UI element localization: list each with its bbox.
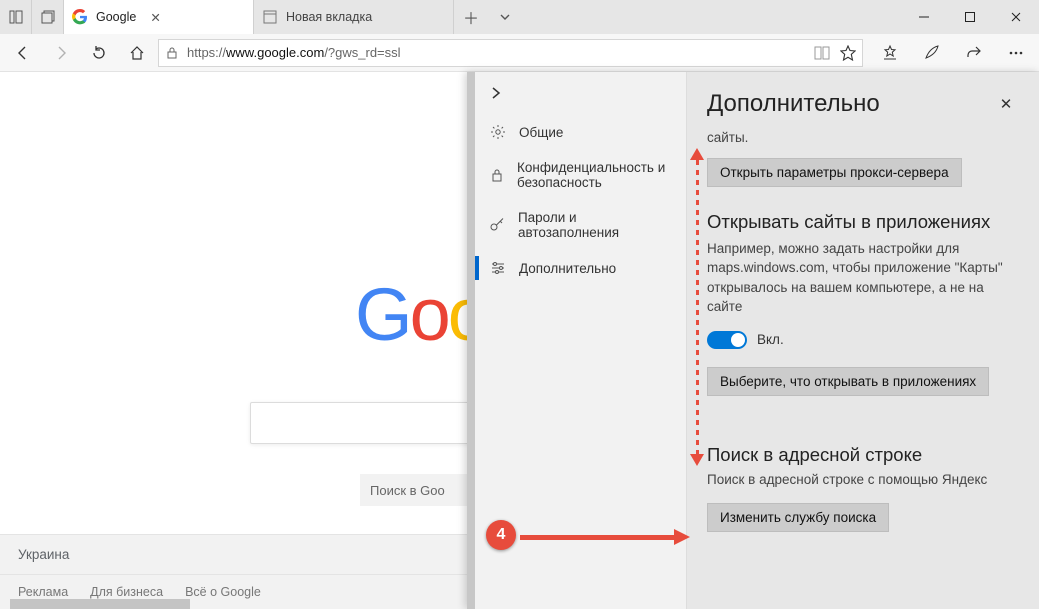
lock-icon [489,167,505,183]
footer-link[interactable]: Всё о Google [185,585,261,599]
reading-view-icon[interactable] [814,46,830,60]
tab-newtab[interactable]: Новая вкладка [254,0,454,34]
tab-google[interactable]: Google ✕ [64,0,254,34]
nav-item-advanced[interactable]: Дополнительно [475,250,686,286]
change-search-button[interactable]: Изменить службу поиска [707,503,889,532]
sidebar-icon [9,10,23,24]
settings-pane: Дополнительно ✕ сайты. Открыть параметры… [687,72,1039,609]
nav-label: Конфиденциальность и безопасность [517,160,672,190]
favorites-button[interactable] [873,36,907,70]
footer-link[interactable]: Для бизнеса [90,585,163,599]
tab-group-button-1[interactable] [0,0,32,34]
new-tab-button[interactable]: ＋ [454,0,488,34]
address-bar[interactable]: https://www.google.com/?gws_rd=ssl [158,39,863,67]
tabs-icon [41,10,55,24]
nav-label: Пароли и автозаполнения [518,210,672,240]
share-button[interactable] [957,36,991,70]
nav-item-general[interactable]: Общие [475,114,686,150]
search-heading: Поиск в адресной строке [707,444,1021,466]
settings-flyout: Общие Конфиденциальность и безопасность … [467,72,1039,609]
choose-apps-button[interactable]: Выберите, что открывать в приложениях [707,367,989,396]
search-button[interactable]: Поиск в Goo [360,474,480,506]
chevron-down-icon [499,11,511,23]
pane-title: Дополнительно [707,90,991,118]
arrow-right-icon [52,44,70,62]
search-desc: Поиск в адресной строке с помощью Яндекс [707,470,1021,490]
refresh-icon [90,44,108,62]
sliders-icon [489,260,507,276]
window-controls [901,0,1039,34]
minimize-button[interactable] [901,0,947,34]
forward-button[interactable] [44,36,78,70]
tab-title: Google [96,10,136,24]
close-tab-icon[interactable]: ✕ [150,10,160,25]
notes-button[interactable] [915,36,949,70]
settings-nav: Общие Конфиденциальность и безопасность … [475,72,687,609]
proxy-tail-text: сайты. [707,128,1021,148]
apps-toggle[interactable] [707,331,747,349]
close-pane-button[interactable]: ✕ [991,95,1021,113]
back-button[interactable] [6,36,40,70]
pen-icon [923,44,941,62]
close-window-button[interactable] [993,0,1039,34]
key-icon [489,217,506,233]
more-icon [1007,44,1025,62]
page-icon [262,9,278,25]
title-bar: Google ✕ Новая вкладка ＋ [0,0,1039,34]
nav-item-privacy[interactable]: Конфиденциальность и безопасность [475,150,686,200]
flyout-scrollbar[interactable] [467,72,475,609]
url-text: https://www.google.com/?gws_rd=ssl [187,45,806,60]
apps-desc: Например, можно задать настройки для map… [707,239,1021,317]
home-icon [128,44,146,62]
footer-link[interactable]: Реклама [18,585,68,599]
nav-label: Дополнительно [519,261,616,276]
horizontal-scrollbar[interactable] [10,599,190,609]
maximize-button[interactable] [947,0,993,34]
share-icon [965,44,983,62]
google-favicon [72,9,88,25]
tab-group-button-2[interactable] [32,0,64,34]
chevron-right-icon [489,86,503,100]
nav-item-passwords[interactable]: Пароли и автозаполнения [475,200,686,250]
arrow-left-icon [14,44,32,62]
nav-back-button[interactable] [475,72,686,114]
more-button[interactable] [999,36,1033,70]
lock-icon [165,46,179,60]
apps-heading: Открывать сайты в приложениях [707,211,1021,233]
tabs-dropdown-button[interactable] [488,0,522,34]
star-list-icon [881,44,899,62]
nav-label: Общие [519,125,563,140]
favorite-icon[interactable] [840,45,856,61]
open-proxy-button[interactable]: Открыть параметры прокси-сервера [707,158,962,187]
tab-title: Новая вкладка [286,10,372,24]
gear-icon [489,124,507,140]
toolbar: https://www.google.com/?gws_rd=ssl [0,34,1039,72]
apps-toggle-label: Вкл. [757,332,784,347]
home-button[interactable] [120,36,154,70]
refresh-button[interactable] [82,36,116,70]
